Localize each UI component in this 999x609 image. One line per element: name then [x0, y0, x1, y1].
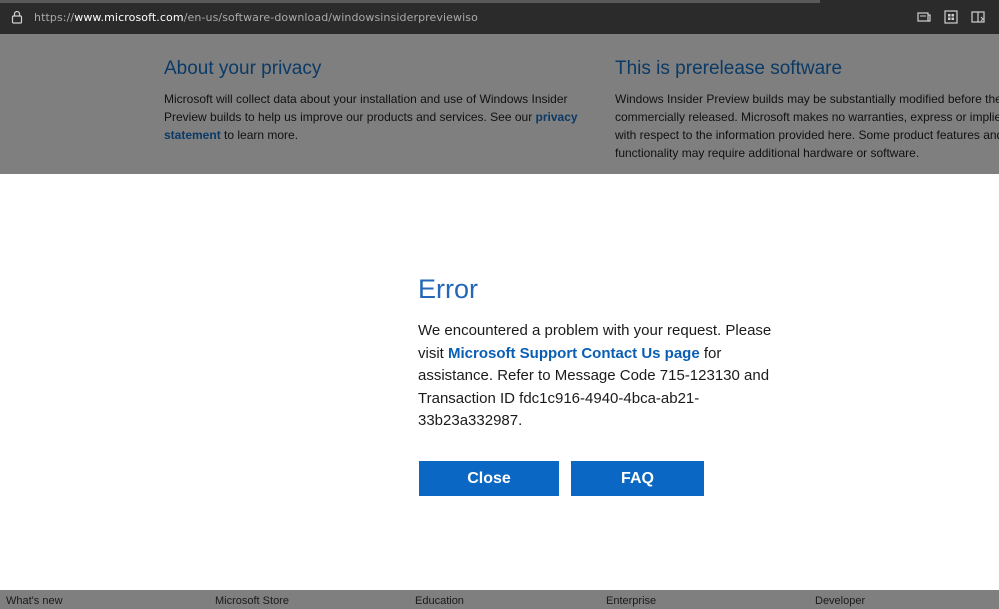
- footer-item-microsoft-store[interactable]: Microsoft Store: [215, 595, 289, 607]
- lock-icon[interactable]: [11, 10, 23, 24]
- page-overlay: About your privacy Microsoft will collec…: [0, 34, 999, 174]
- split-screen-icon[interactable]: [970, 9, 986, 25]
- privacy-text-end: to learn more.: [220, 128, 299, 142]
- url-host: www.microsoft.com: [74, 11, 184, 24]
- privacy-section: About your privacy Microsoft will collec…: [164, 58, 584, 144]
- footer-item-education[interactable]: Education: [415, 595, 464, 607]
- footer-item-developer[interactable]: Developer: [815, 595, 865, 607]
- prerelease-text: Windows Insider Preview builds may be su…: [615, 92, 999, 160]
- footer-nav: What's new Microsoft Store Education Ent…: [0, 590, 999, 609]
- privacy-text: Microsoft will collect data about your i…: [164, 90, 584, 144]
- privacy-heading: About your privacy: [164, 58, 322, 79]
- reader-view-icon[interactable]: [916, 9, 932, 25]
- page-load-progress: [0, 0, 820, 3]
- dialog-message: We encountered a problem with your reque…: [418, 320, 798, 433]
- footer-item-whats-new[interactable]: What's new: [6, 595, 63, 607]
- url-path: /en-us/software-download/windowsinsiderp…: [183, 11, 478, 24]
- close-button[interactable]: Close: [419, 461, 559, 496]
- dialog-title: Error: [418, 274, 478, 304]
- prerelease-section: This is prerelease software Windows Insi…: [615, 58, 999, 162]
- faq-button[interactable]: FAQ: [571, 461, 704, 496]
- support-contact-link[interactable]: Microsoft Support Contact Us page: [448, 345, 700, 362]
- error-dialog: Error We encountered a problem with your…: [0, 174, 999, 590]
- apps-icon[interactable]: [943, 9, 959, 25]
- browser-address-bar: https://www.microsoft.com/en-us/software…: [0, 0, 999, 34]
- url-field[interactable]: https://www.microsoft.com/en-us/software…: [34, 11, 478, 24]
- url-prefix: https://: [34, 11, 75, 24]
- footer-item-enterprise[interactable]: Enterprise: [606, 595, 656, 607]
- prerelease-heading: This is prerelease software: [615, 58, 843, 79]
- privacy-text-body: Microsoft will collect data about your i…: [164, 92, 568, 124]
